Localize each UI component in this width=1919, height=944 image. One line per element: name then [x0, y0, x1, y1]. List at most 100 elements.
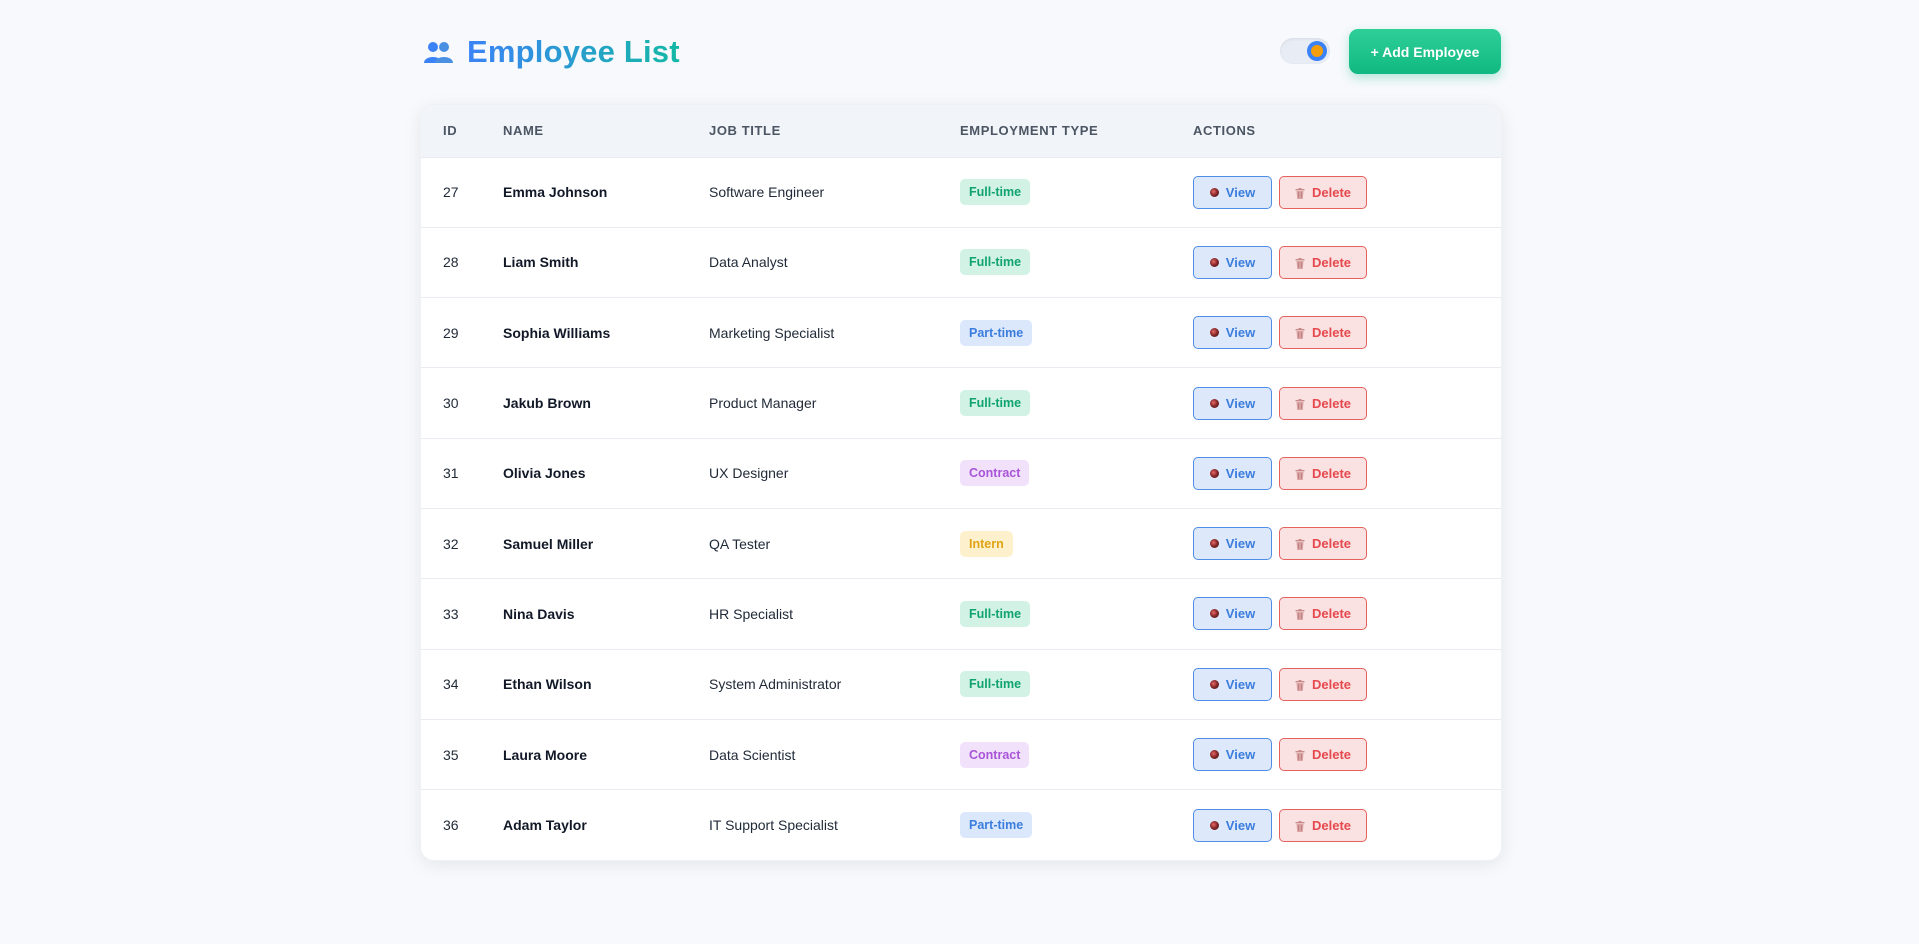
- actions-cell: View Delete: [1193, 719, 1501, 789]
- employment-type-badge: Full-time: [960, 179, 1031, 206]
- view-button[interactable]: View: [1193, 245, 1272, 279]
- actions-cell: View Delete: [1193, 298, 1501, 368]
- theme-toggle[interactable]: [1280, 38, 1330, 64]
- delete-button[interactable]: Delete: [1279, 245, 1367, 279]
- delete-button[interactable]: Delete: [1279, 597, 1367, 631]
- eye-icon: [1209, 820, 1219, 830]
- row-actions: View Delete: [1193, 527, 1501, 561]
- row-actions: View Delete: [1193, 316, 1501, 350]
- employee-job-title: UX Designer: [709, 465, 789, 482]
- employment-type-cell: Full-time: [960, 368, 1193, 438]
- employee-name: Adam Taylor: [503, 817, 587, 834]
- employment-type-cell: Contract: [960, 719, 1193, 789]
- view-button-label: View: [1225, 465, 1256, 481]
- actions-cell: View Delete: [1193, 790, 1501, 860]
- table-row: 35 Laura Moore Data Scientist Contract V…: [421, 719, 1501, 789]
- delete-button-label: Delete: [1311, 676, 1352, 692]
- actions-cell: View Delete: [1193, 508, 1501, 578]
- table-row: 29 Sophia Williams Marketing Specialist …: [421, 297, 1501, 368]
- view-button-label: View: [1225, 536, 1256, 552]
- delete-button-label: Delete: [1311, 817, 1352, 833]
- trash-icon: [1295, 749, 1305, 762]
- view-button[interactable]: View: [1193, 456, 1272, 490]
- employment-type-badge: Part-time: [960, 319, 1033, 346]
- employee-id: 32: [443, 535, 459, 552]
- delete-button[interactable]: Delete: [1279, 738, 1367, 772]
- employment-type-badge: Full-time: [960, 671, 1031, 698]
- employment-type-cell: Intern: [960, 508, 1193, 578]
- employee-id: 28: [443, 254, 459, 271]
- employee-job-title: Data Analyst: [709, 254, 788, 271]
- row-actions: View Delete: [1193, 597, 1501, 631]
- theme-toggle-icon: [1307, 41, 1327, 61]
- view-button-label: View: [1225, 254, 1256, 270]
- eye-icon: [1209, 468, 1219, 478]
- employee-name: Jakub Brown: [503, 395, 591, 412]
- eye-icon: [1209, 679, 1219, 689]
- column-header-actions: ACTIONS: [1193, 123, 1256, 139]
- view-button[interactable]: View: [1193, 175, 1272, 209]
- delete-button[interactable]: Delete: [1279, 456, 1367, 490]
- employee-name: Olivia Jones: [503, 465, 586, 482]
- table-row: 36 Adam Taylor IT Support Specialist Par…: [421, 789, 1501, 860]
- view-button[interactable]: View: [1193, 527, 1272, 561]
- employment-type-badge: Intern: [960, 530, 1013, 557]
- column-header-employment-type: EMPLOYMENT TYPE: [960, 123, 1099, 139]
- table-row: 30 Jakub Brown Product Manager Full-time…: [421, 367, 1501, 438]
- actions-cell: View Delete: [1193, 649, 1501, 719]
- row-actions: View Delete: [1193, 386, 1501, 420]
- employee-name: Laura Moore: [503, 746, 588, 763]
- view-button[interactable]: View: [1193, 738, 1272, 772]
- people-icon: [423, 39, 453, 65]
- view-button-label: View: [1225, 395, 1256, 411]
- view-button[interactable]: View: [1193, 386, 1272, 420]
- view-button[interactable]: View: [1193, 808, 1272, 842]
- employee-id: 35: [443, 746, 459, 763]
- page-container: Employee List + Add Employee ID NAME JOB…: [420, 0, 1502, 861]
- employee-name: Emma Johnson: [503, 184, 608, 201]
- employee-name: Samuel Miller: [503, 535, 594, 552]
- employment-type-cell: Full-time: [960, 649, 1193, 719]
- eye-icon: [1209, 609, 1219, 619]
- table-row: 31 Olivia Jones UX Designer Contract Vie…: [421, 438, 1501, 508]
- delete-button[interactable]: Delete: [1279, 386, 1367, 420]
- delete-button-label: Delete: [1311, 747, 1352, 763]
- employee-name: Nina Davis: [503, 605, 575, 622]
- employee-job-title: Marketing Specialist: [709, 324, 835, 341]
- row-actions: View Delete: [1193, 738, 1501, 772]
- employee-job-title: HR Specialist: [709, 605, 794, 622]
- column-header-name: NAME: [503, 123, 544, 139]
- delete-button-label: Delete: [1311, 606, 1352, 622]
- add-employee-button[interactable]: + Add Employee: [1349, 29, 1501, 74]
- row-actions: View Delete: [1193, 808, 1501, 842]
- delete-button[interactable]: Delete: [1279, 527, 1367, 561]
- delete-button[interactable]: Delete: [1279, 316, 1367, 350]
- view-button[interactable]: View: [1193, 667, 1272, 701]
- employee-job-title: Product Manager: [709, 395, 817, 412]
- employment-type-badge: Full-time: [960, 600, 1031, 627]
- table-row: 33 Nina Davis HR Specialist Full-time Vi…: [421, 578, 1501, 649]
- employee-name: Sophia Williams: [503, 324, 611, 341]
- row-actions: View Delete: [1193, 245, 1501, 279]
- employee-table-card: ID NAME JOB TITLE EMPLOYMENT TYPE ACTION…: [420, 104, 1502, 861]
- employment-type-badge: Full-time: [960, 390, 1031, 417]
- delete-button[interactable]: Delete: [1279, 667, 1367, 701]
- table-row: 28 Liam Smith Data Analyst Full-time Vie…: [421, 227, 1501, 297]
- delete-button[interactable]: Delete: [1279, 808, 1367, 842]
- view-button[interactable]: View: [1193, 316, 1272, 350]
- delete-button-label: Delete: [1311, 536, 1352, 552]
- employee-table: ID NAME JOB TITLE EMPLOYMENT TYPE ACTION…: [421, 105, 1501, 860]
- delete-button[interactable]: Delete: [1279, 175, 1367, 209]
- trash-icon: [1295, 608, 1305, 621]
- eye-icon: [1209, 257, 1219, 267]
- table-body: 27 Emma Johnson Software Engineer Full-t…: [421, 157, 1501, 860]
- table-header-row: ID NAME JOB TITLE EMPLOYMENT TYPE ACTION…: [421, 105, 1501, 157]
- trash-icon: [1295, 679, 1305, 691]
- actions-cell: View Delete: [1193, 579, 1501, 649]
- delete-button-label: Delete: [1311, 184, 1352, 200]
- actions-cell: View Delete: [1193, 157, 1501, 227]
- actions-cell: View Delete: [1193, 438, 1501, 508]
- page-header: Employee List + Add Employee: [420, 0, 1501, 104]
- table-row: 34 Ethan Wilson System Administrator Ful…: [421, 649, 1501, 719]
- view-button[interactable]: View: [1193, 597, 1272, 631]
